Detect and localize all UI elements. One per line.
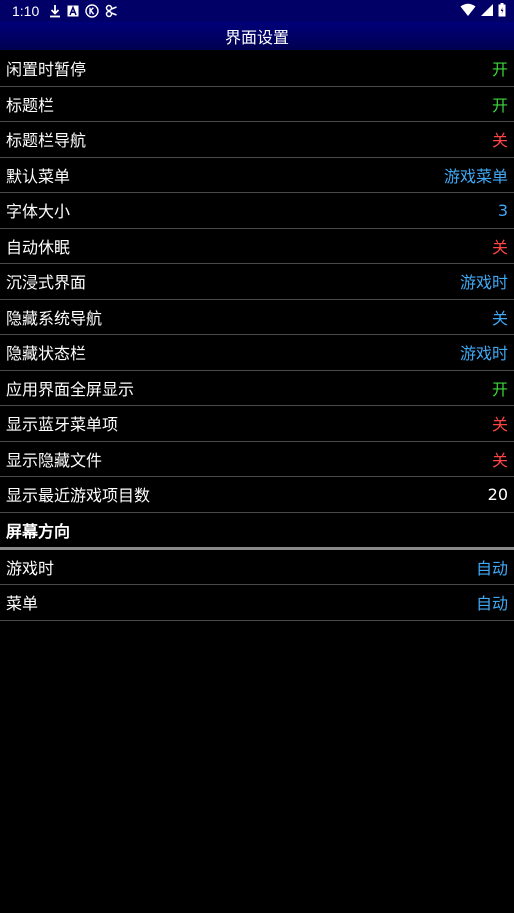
setting-value: 开	[491, 95, 508, 115]
title-bar: 界面设置	[0, 22, 514, 50]
setting-label: 字体大小	[6, 202, 71, 222]
setting-row-show-hidden-files[interactable]: 显示隐藏文件 关	[0, 442, 514, 477]
setting-label: 闲置时暂停	[6, 60, 87, 80]
setting-value: 20	[487, 484, 508, 504]
setting-label: 默认菜单	[6, 166, 71, 186]
section-title: 屏幕方向	[6, 521, 71, 541]
setting-row-default-menu[interactable]: 默认菜单 游戏菜单	[0, 158, 514, 193]
setting-row-orientation-in-game[interactable]: 游戏时 自动	[0, 550, 514, 585]
download-icon	[49, 3, 61, 19]
status-right-icons	[460, 3, 506, 21]
setting-label: 沉浸式界面	[6, 273, 87, 293]
setting-row-orientation-menu[interactable]: 菜单 自动	[0, 585, 514, 621]
setting-row-immersive-ui[interactable]: 沉浸式界面 游戏时	[0, 264, 514, 300]
wifi-icon	[460, 3, 476, 21]
setting-value: 自动	[475, 558, 508, 578]
signal-icon	[480, 3, 494, 21]
page-title: 界面设置	[224, 28, 289, 47]
setting-label: 隐藏系统导航	[6, 308, 103, 328]
text-a-icon	[67, 3, 79, 19]
link-icon	[105, 3, 119, 19]
setting-label: 标题栏导航	[6, 131, 87, 151]
status-bar: 1:10	[0, 0, 514, 22]
setting-row-auto-sleep[interactable]: 自动休眠 关	[0, 229, 514, 264]
setting-value: 关	[491, 237, 508, 257]
setting-value: 游戏菜单	[443, 166, 508, 186]
setting-value: 关	[491, 131, 508, 151]
setting-value: 游戏时	[459, 344, 508, 364]
k-circle-icon	[85, 3, 99, 19]
status-time: 1:10	[12, 3, 40, 19]
setting-value: 3	[497, 200, 508, 220]
setting-row-hide-system-navigation[interactable]: 隐藏系统导航 关	[0, 300, 514, 335]
setting-label: 自动休眠	[6, 237, 71, 257]
setting-value: 开	[491, 379, 508, 399]
setting-row-app-fullscreen[interactable]: 应用界面全屏显示 开	[0, 371, 514, 406]
setting-label: 显示蓝牙菜单项	[6, 415, 119, 435]
setting-label: 显示隐藏文件	[6, 450, 103, 470]
setting-label: 应用界面全屏显示	[6, 379, 135, 399]
settings-list: 闲置时暂停 开 标题栏 开 标题栏导航 关 默认菜单 游戏菜单 字体大小 3 自…	[0, 51, 514, 621]
setting-row-hide-status-bar[interactable]: 隐藏状态栏 游戏时	[0, 335, 514, 371]
setting-value: 关	[491, 450, 508, 470]
setting-row-show-bluetooth-menu[interactable]: 显示蓝牙菜单项 关	[0, 406, 514, 442]
battery-icon	[498, 3, 506, 21]
setting-row-title-bar-navigation[interactable]: 标题栏导航 关	[0, 122, 514, 158]
setting-value: 关	[491, 415, 508, 435]
setting-label: 标题栏	[6, 95, 55, 115]
setting-label: 显示最近游戏项目数	[6, 486, 151, 506]
setting-value: 自动	[475, 594, 508, 614]
setting-row-title-bar[interactable]: 标题栏 开	[0, 87, 514, 122]
setting-row-font-size[interactable]: 字体大小 3	[0, 193, 514, 229]
setting-label: 游戏时	[6, 558, 55, 578]
setting-row-recent-games-count[interactable]: 显示最近游戏项目数 20	[0, 477, 514, 513]
setting-value: 开	[491, 60, 508, 80]
setting-value: 关	[491, 308, 508, 328]
setting-label: 菜单	[6, 594, 39, 614]
setting-value: 游戏时	[459, 273, 508, 293]
setting-label: 隐藏状态栏	[6, 344, 87, 364]
section-header-screen-orientation: 屏幕方向	[0, 513, 514, 550]
setting-row-pause-when-idle[interactable]: 闲置时暂停 开	[0, 51, 514, 87]
